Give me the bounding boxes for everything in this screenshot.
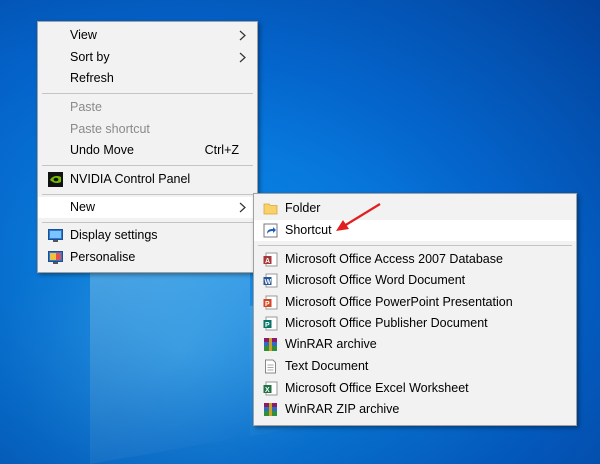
nvidia-icon (48, 172, 63, 187)
submenu-item-label: Shortcut (285, 223, 332, 237)
submenu-item-label: Microsoft Office Excel Worksheet (285, 381, 469, 395)
menu-separator (258, 245, 572, 246)
submenu-item-word-document[interactable]: W Microsoft Office Word Document (254, 270, 576, 291)
menu-item-label: Personalise (70, 250, 136, 264)
menu-item-label: Paste (70, 100, 102, 114)
desktop-context-menu: View Sort by Refresh Paste Paste shortcu… (37, 21, 258, 273)
menu-item-new[interactable]: New (38, 197, 257, 218)
menu-item-display-settings[interactable]: Display settings (38, 225, 257, 246)
menu-separator (42, 93, 253, 94)
menu-item-label: Refresh (70, 71, 114, 85)
svg-text:P: P (265, 322, 270, 329)
menu-item-paste: Paste (38, 97, 257, 118)
winrar-zip-icon (264, 403, 277, 416)
submenu-item-label: WinRAR ZIP archive (285, 402, 400, 416)
display-settings-icon (48, 229, 63, 242)
menu-separator (42, 165, 253, 166)
word-icon: W (263, 273, 278, 288)
submenu-item-shortcut[interactable]: Shortcut (254, 220, 576, 241)
shortcut-icon (263, 223, 278, 238)
svg-text:A: A (265, 258, 270, 265)
submenu-item-label: Microsoft Office Publisher Document (285, 316, 488, 330)
personalise-icon (48, 251, 63, 264)
submenu-item-publisher-document[interactable]: P Microsoft Office Publisher Document (254, 313, 576, 334)
menu-item-label: Sort by (70, 50, 110, 64)
submenu-item-label: Microsoft Office Word Document (285, 273, 466, 287)
menu-item-undo-move[interactable]: Undo Move Ctrl+Z (38, 140, 257, 161)
submenu-item-label: Microsoft Office PowerPoint Presentation (285, 295, 513, 309)
menu-separator (42, 222, 253, 223)
submenu-item-label: WinRAR archive (285, 337, 377, 351)
svg-text:X: X (265, 387, 270, 394)
submenu-item-label: Text Document (285, 359, 369, 373)
submenu-item-excel-worksheet[interactable]: X Microsoft Office Excel Worksheet (254, 378, 576, 399)
svg-text:W: W (265, 279, 272, 286)
submenu-item-winrar-archive[interactable]: WinRAR archive (254, 334, 576, 355)
submenu-item-powerpoint-presentation[interactable]: P Microsoft Office PowerPoint Presentati… (254, 292, 576, 313)
menu-item-label: Paste shortcut (70, 122, 150, 136)
menu-item-label: NVIDIA Control Panel (70, 172, 191, 186)
excel-icon: X (263, 381, 278, 396)
annotation-arrow-icon (336, 203, 381, 231)
submenu-item-label: Microsoft Office Access 2007 Database (285, 252, 503, 266)
menu-item-view[interactable]: View (38, 25, 257, 46)
submenu-item-folder[interactable]: Folder (254, 198, 576, 219)
winrar-icon (264, 338, 277, 351)
text-document-icon (265, 359, 276, 374)
menu-item-label: Display settings (70, 228, 158, 242)
chevron-right-icon (239, 30, 246, 41)
chevron-right-icon (239, 202, 246, 213)
menu-item-label: New (70, 200, 96, 214)
access-icon: A (263, 252, 278, 267)
publisher-icon: P (263, 316, 278, 331)
menu-separator (42, 194, 253, 195)
submenu-item-access-database[interactable]: A Microsoft Office Access 2007 Database (254, 249, 576, 270)
folder-icon (263, 203, 278, 215)
new-submenu: Folder Shortcut A Microsoft Office Acces… (253, 193, 577, 426)
menu-item-nvidia-control-panel[interactable]: NVIDIA Control Panel (38, 169, 257, 190)
powerpoint-icon: P (263, 295, 278, 310)
menu-item-personalise[interactable]: Personalise (38, 247, 257, 268)
submenu-item-label: Folder (285, 201, 321, 215)
menu-item-refresh[interactable]: Refresh (38, 68, 257, 89)
submenu-item-winrar-zip-archive[interactable]: WinRAR ZIP archive (254, 399, 576, 420)
menu-item-sort-by[interactable]: Sort by (38, 47, 257, 68)
menu-item-shortcut: Ctrl+Z (204, 143, 239, 157)
menu-item-label: Undo Move (70, 143, 134, 157)
menu-item-label: View (70, 28, 97, 42)
chevron-right-icon (239, 52, 246, 63)
menu-item-paste-shortcut: Paste shortcut (38, 119, 257, 140)
svg-text:P: P (265, 301, 270, 308)
submenu-item-text-document[interactable]: Text Document (254, 356, 576, 377)
